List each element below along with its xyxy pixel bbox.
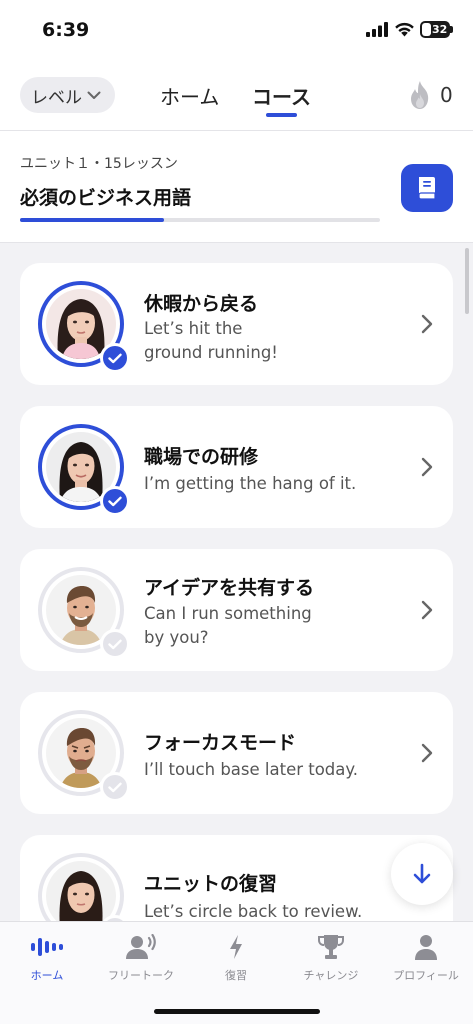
lesson-card[interactable]: フォーカスモード I’ll touch base later today. <box>20 692 453 814</box>
tab-home[interactable]: ホーム <box>160 81 219 110</box>
lesson-avatar <box>38 710 130 802</box>
home-indicator <box>154 1009 320 1014</box>
incomplete-check-icon <box>100 629 130 659</box>
nav-free-talk[interactable]: フリートーク <box>94 932 188 984</box>
streak-count: 0 <box>440 83 453 107</box>
level-dropdown[interactable]: レベル <box>20 77 115 113</box>
unit-progress-bar <box>20 218 380 222</box>
wifi-icon <box>395 22 414 37</box>
lesson-avatar <box>38 424 130 516</box>
level-dropdown-label: レベル <box>31 87 82 108</box>
lesson-title: フォーカスモード <box>144 732 297 754</box>
cellular-signal-icon <box>366 22 388 37</box>
book-icon <box>418 177 436 200</box>
lesson-phrase-line1: I’m getting the hang of it. <box>144 474 357 493</box>
nav-profile-label: プロフィール <box>393 969 459 982</box>
unit-divider <box>0 242 473 243</box>
nav-challenge[interactable]: チャレンジ <box>284 932 378 984</box>
tab-course[interactable]: コース <box>252 81 311 110</box>
lesson-avatar <box>38 567 130 659</box>
unit-progress-fill <box>20 218 164 222</box>
battery-tip <box>450 26 453 33</box>
vocabulary-book-button[interactable] <box>401 164 453 212</box>
lesson-title: 職場での研修 <box>144 446 259 468</box>
nav-review[interactable]: 復習 <box>189 932 283 984</box>
lesson-avatar <box>38 281 130 373</box>
nav-profile[interactable]: プロフィール <box>379 932 473 984</box>
lightning-icon <box>230 935 242 959</box>
battery-level: 32 <box>432 23 448 36</box>
lesson-phrase-line1: Let’s hit the <box>144 319 243 338</box>
status-time: 6:39 <box>42 19 90 41</box>
lesson-card[interactable]: アイデアを共有する Can I run something by you? <box>20 549 453 671</box>
lesson-title: ユニットの復習 <box>144 873 278 895</box>
scroll-down-button[interactable] <box>391 843 453 905</box>
lesson-title: 休暇から戻る <box>144 293 259 315</box>
nav-home-label: ホーム <box>30 969 64 982</box>
chevron-down-icon <box>87 91 101 99</box>
voice-wave-icon <box>31 938 63 956</box>
chevron-right-icon <box>421 457 433 477</box>
completed-check-icon <box>100 486 130 516</box>
status-bar: 6:39 32 <box>0 0 473 58</box>
person-icon <box>415 935 437 960</box>
lesson-phrase-line1: I’ll touch base later today. <box>144 760 359 779</box>
chevron-right-icon <box>421 314 433 334</box>
chevron-right-icon <box>421 743 433 763</box>
lesson-phrase-line2: by you? <box>144 628 209 647</box>
lesson-phrase-line2: ground running! <box>144 343 278 362</box>
lesson-card[interactable]: 職場での研修 I’m getting the hang of it. <box>20 406 453 528</box>
battery-icon: 32 <box>420 21 450 38</box>
header-divider <box>0 130 473 131</box>
unit-title: 必須のビジネス用語 <box>20 187 192 209</box>
nav-home[interactable]: ホーム <box>0 932 94 984</box>
speaking-person-icon <box>126 934 156 959</box>
lesson-phrase-line1: Can I run something <box>144 604 312 623</box>
incomplete-check-icon <box>100 772 130 802</box>
chevron-right-icon <box>421 600 433 620</box>
scrollbar[interactable] <box>465 248 469 314</box>
arrow-down-icon <box>413 863 431 884</box>
nav-free-talk-label: フリートーク <box>108 969 174 982</box>
bottom-navigation: ホーム フリートーク 復習 チャレンジ プロフィール <box>0 921 473 1024</box>
lesson-title: アイデアを共有する <box>144 577 315 599</box>
unit-subtitle: ユニット１・15レッスン <box>20 156 178 172</box>
active-tab-indicator <box>266 113 297 117</box>
flame-icon <box>411 81 429 109</box>
lesson-card[interactable]: 休暇から戻る Let’s hit the ground running! <box>20 263 453 385</box>
nav-challenge-label: チャレンジ <box>303 969 359 982</box>
trophy-icon <box>318 935 344 959</box>
completed-check-icon <box>100 343 130 373</box>
nav-review-label: 復習 <box>225 969 247 982</box>
